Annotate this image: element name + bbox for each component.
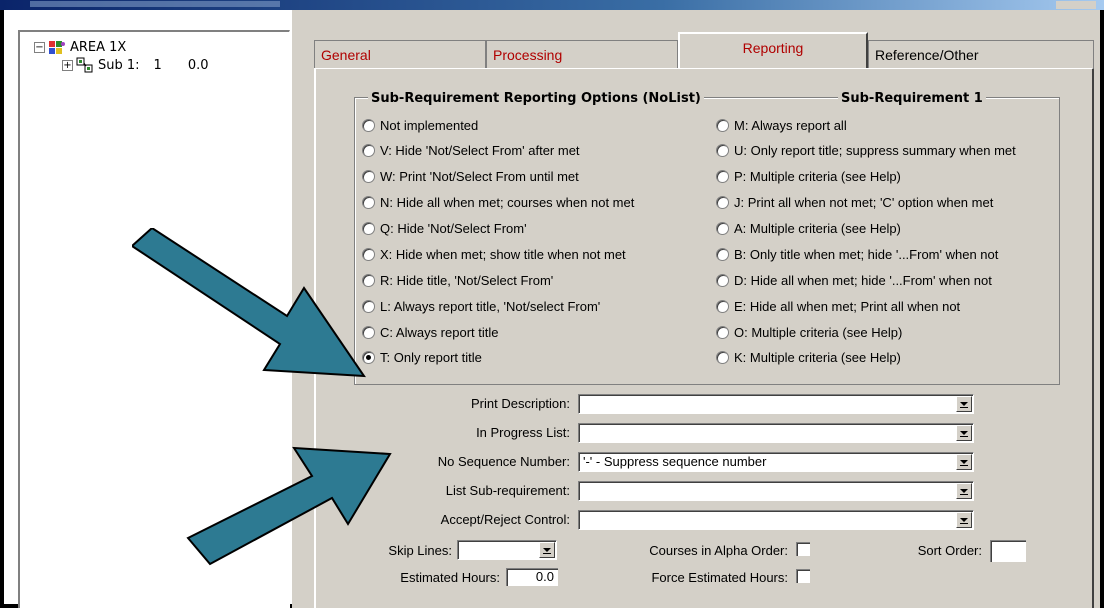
tab-reference-other[interactable]: Reference/Other (868, 40, 1094, 68)
print-description-label: Print Description: (471, 396, 570, 411)
expand-icon[interactable]: + (62, 59, 73, 71)
window-titlebar (0, 0, 1104, 10)
tab-processing[interactable]: Processing (486, 40, 678, 68)
dropdown-arrow-icon[interactable] (956, 512, 972, 528)
window-title-blurred (30, 1, 280, 7)
tab-general[interactable]: General (314, 40, 486, 68)
collapse-icon[interactable]: − (34, 41, 45, 53)
list-sub-requirement-label: List Sub-requirement: (445, 483, 570, 498)
radio-button[interactable] (362, 118, 375, 132)
estimated-hours-input[interactable]: 0.0 (506, 568, 558, 586)
linked-pieces-icon (76, 57, 94, 73)
group-title: Sub-Requirement Reporting Options (NoLis… (368, 91, 704, 106)
radio-button[interactable] (716, 325, 729, 339)
tree-node-sub1[interactable]: + Sub 1: 1 0.0 (62, 56, 209, 74)
option-w[interactable]: W: Print 'Not/Select From until met (362, 166, 579, 186)
radio-button[interactable] (716, 350, 729, 364)
courses-alpha-order-checkbox[interactable] (796, 542, 810, 556)
option-a[interactable]: A: Multiple criteria (see Help) (716, 218, 901, 238)
radio-button[interactable] (716, 273, 729, 287)
no-sequence-number-label: No Sequence Number: (437, 454, 570, 469)
option-m[interactable]: M: Always report all (716, 115, 847, 135)
tree-root-label: AREA 1X (70, 39, 127, 55)
accept-reject-control-combo[interactable] (578, 510, 974, 530)
list-sub-requirement-combo[interactable] (578, 481, 974, 501)
option-e[interactable]: E: Hide all when met; Print all when not (716, 296, 960, 316)
dropdown-arrow-icon[interactable] (539, 542, 555, 558)
option-not-implemented[interactable]: Not implemented (362, 115, 478, 135)
tab-strip: General Processing Reporting Reference/O… (314, 32, 1094, 68)
radio-button[interactable] (362, 169, 375, 183)
sort-order-label: Sort Order: (917, 543, 982, 558)
option-q[interactable]: Q: Hide 'Not/Select From' (362, 218, 527, 238)
skip-lines-combo[interactable] (457, 540, 557, 560)
group-subtitle: Sub-Requirement 1 (838, 91, 986, 106)
option-u[interactable]: U: Only report title; suppress summary w… (716, 140, 1016, 160)
dropdown-arrow-icon[interactable] (956, 483, 972, 499)
force-estimated-hours-label: Force Estimated Hours: (651, 570, 788, 585)
dropdown-arrow-icon[interactable] (956, 396, 972, 412)
option-l[interactable]: L: Always report title, 'Not/select From… (362, 296, 600, 316)
option-n[interactable]: N: Hide all when met; courses when not m… (362, 192, 634, 212)
radio-button[interactable] (716, 118, 729, 132)
no-sequence-number-combo[interactable]: '-' - Suppress sequence number (578, 452, 974, 472)
option-c[interactable]: C: Always report title (362, 322, 499, 342)
option-x[interactable]: X: Hide when met; show title when not me… (362, 244, 626, 264)
radio-button[interactable] (716, 195, 729, 209)
radio-button[interactable] (716, 299, 729, 313)
annotation-arrow-lower (186, 446, 392, 566)
sort-order-input[interactable] (990, 540, 1026, 562)
option-p[interactable]: P: Multiple criteria (see Help) (716, 166, 901, 186)
force-estimated-hours-checkbox[interactable] (796, 569, 810, 583)
option-b[interactable]: B: Only title when met; hide '...From' w… (716, 244, 998, 264)
tree-node-area[interactable]: − AREA 1X (34, 38, 126, 56)
radio-button[interactable] (716, 221, 729, 235)
radio-button[interactable] (716, 247, 729, 261)
puzzle-pieces-icon (48, 39, 66, 55)
dropdown-arrow-icon[interactable] (956, 425, 972, 441)
in-progress-list-label: In Progress List: (476, 425, 570, 440)
annotation-arrow-upper (132, 228, 366, 378)
in-progress-list-combo[interactable] (578, 423, 974, 443)
dropdown-arrow-icon[interactable] (956, 454, 972, 470)
option-j[interactable]: J: Print all when not met; 'C' option wh… (716, 192, 993, 212)
option-d[interactable]: D: Hide all when met; hide '...From' whe… (716, 270, 992, 290)
radio-button[interactable] (716, 169, 729, 183)
option-k[interactable]: K: Multiple criteria (see Help) (716, 347, 901, 367)
option-v[interactable]: V: Hide 'Not/Select From' after met (362, 140, 580, 160)
print-description-combo[interactable] (578, 394, 974, 414)
window-control-buttons[interactable] (1056, 1, 1096, 9)
radio-button[interactable] (716, 143, 729, 157)
accept-reject-control-label: Accept/Reject Control: (440, 512, 570, 527)
tree-child-label: Sub 1: (98, 57, 140, 73)
radio-button[interactable] (362, 143, 375, 157)
option-t[interactable]: T: Only report title (362, 347, 482, 367)
option-o[interactable]: O: Multiple criteria (see Help) (716, 322, 902, 342)
tree-child-value: 0.0 (187, 57, 209, 73)
tree-child-number: 1 (153, 57, 162, 73)
courses-alpha-order-label: Courses in Alpha Order: (649, 543, 788, 558)
tab-reporting[interactable]: Reporting (678, 32, 868, 68)
radio-button[interactable] (362, 195, 375, 209)
option-r[interactable]: R: Hide title, 'Not/Select From' (362, 270, 553, 290)
